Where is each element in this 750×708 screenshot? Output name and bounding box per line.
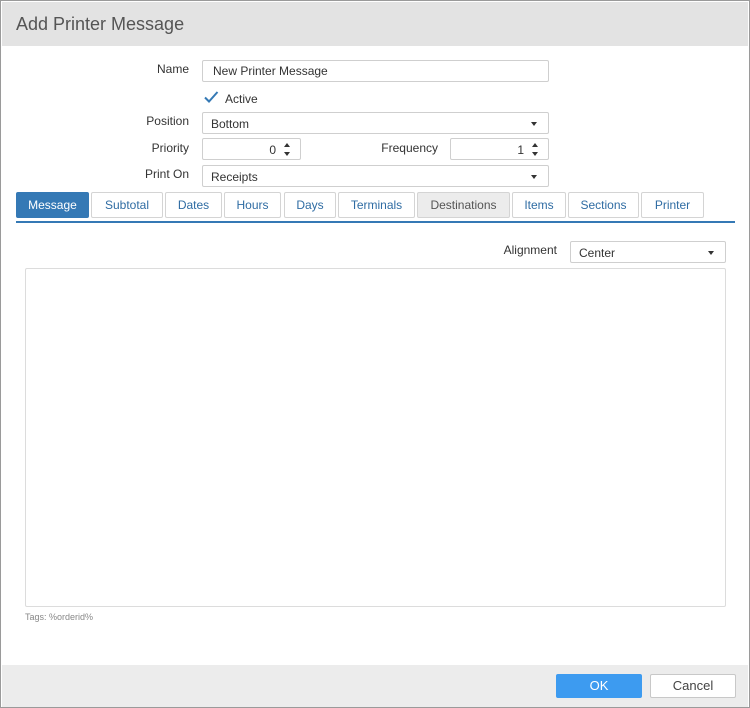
stepper-arrows[interactable] xyxy=(284,142,292,156)
ok-button[interactable]: OK xyxy=(556,674,642,698)
tab-terminals[interactable]: Terminals xyxy=(338,192,415,218)
caret-up-icon[interactable] xyxy=(284,143,290,147)
tab-message[interactable]: Message xyxy=(16,192,89,218)
tab-items[interactable]: Items xyxy=(512,192,566,218)
chevron-down-icon xyxy=(708,251,714,255)
priority-value: 0 xyxy=(269,143,276,157)
tab-printer[interactable]: Printer xyxy=(641,192,704,218)
tab-divider xyxy=(16,221,735,223)
checkmark-icon xyxy=(204,91,219,103)
print-on-label: Print On xyxy=(144,167,189,181)
frequency-value: 1 xyxy=(517,143,524,157)
alignment-select[interactable]: Center xyxy=(570,241,726,263)
priority-stepper[interactable]: 0 xyxy=(202,138,301,160)
active-label: Active xyxy=(225,92,258,106)
tab-dates[interactable]: Dates xyxy=(165,192,222,218)
caret-up-icon[interactable] xyxy=(532,143,538,147)
position-label: Position xyxy=(146,114,189,128)
name-input[interactable] xyxy=(203,61,548,81)
priority-label: Priority xyxy=(151,141,189,155)
tab-hours[interactable]: Hours xyxy=(224,192,281,218)
cancel-button[interactable]: Cancel xyxy=(650,674,736,698)
chevron-down-icon xyxy=(531,175,537,179)
tab-subtotal[interactable]: Subtotal xyxy=(91,192,163,218)
chevron-down-icon xyxy=(531,122,537,126)
message-textarea[interactable] xyxy=(25,268,726,607)
print-on-selected-value: Receipts xyxy=(211,170,258,184)
tab-days[interactable]: Days xyxy=(284,192,336,218)
caret-down-icon[interactable] xyxy=(532,152,538,156)
tab-destinations[interactable]: Destinations xyxy=(417,192,510,218)
name-label: Name xyxy=(156,62,189,76)
dialog-footer: OK Cancel xyxy=(2,665,748,707)
dialog-title: Add Printer Message xyxy=(16,14,185,34)
position-selected-value: Bottom xyxy=(211,117,250,131)
frequency-label: Frequency xyxy=(381,141,438,155)
tab-sections[interactable]: Sections xyxy=(568,192,639,218)
frequency-stepper[interactable]: 1 xyxy=(450,138,549,160)
alignment-label: Alignment xyxy=(503,243,557,257)
tags-hint: Tags: %orderid% xyxy=(25,612,94,622)
position-select[interactable]: Bottom xyxy=(202,112,549,134)
name-field[interactable] xyxy=(202,60,549,82)
add-printer-message-dialog: Add Printer Message Name Active Position… xyxy=(0,0,750,708)
caret-down-icon[interactable] xyxy=(284,152,290,156)
dialog-titlebar[interactable]: Add Printer Message xyxy=(2,2,748,46)
stepper-arrows[interactable] xyxy=(532,142,540,156)
print-on-select[interactable]: Receipts xyxy=(202,165,549,187)
alignment-selected-value: Center xyxy=(579,246,616,260)
active-checkbox[interactable] xyxy=(203,89,219,105)
